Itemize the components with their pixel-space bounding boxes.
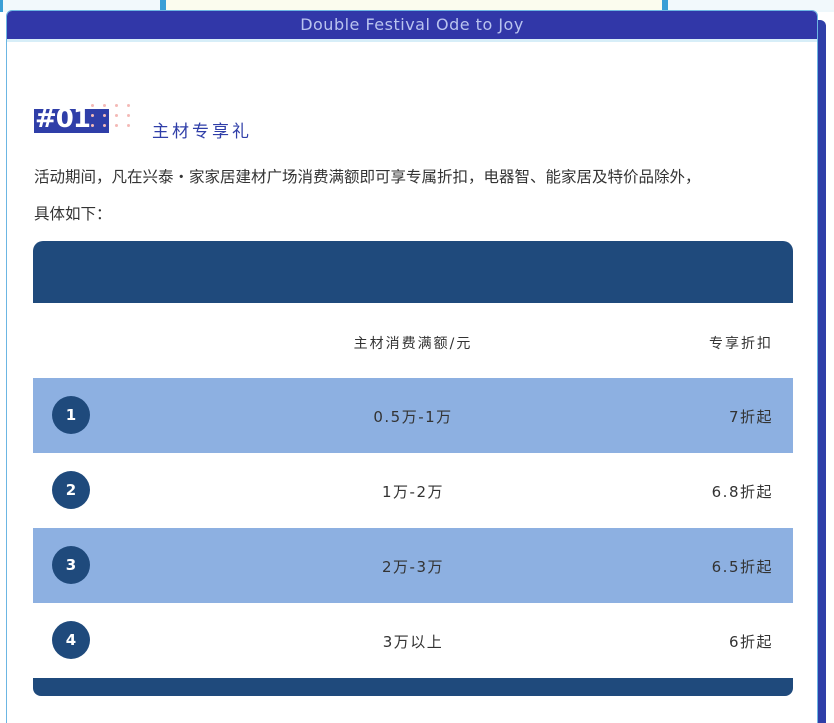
row-amount: 2万-3万 — [382, 558, 444, 576]
table-row: 3 2万-3万 6.5折起 — [33, 528, 793, 603]
row-amount: 1万-2万 — [382, 483, 444, 501]
row-amount: 0.5万-1万 — [373, 408, 453, 426]
row-amount: 3万以上 — [382, 633, 444, 651]
row-number-badge: 2 — [52, 471, 90, 509]
table-header-band — [33, 241, 793, 303]
table-row: 4 3万以上 6折起 — [33, 603, 793, 678]
card-header-title: Double Festival Ode to Joy — [7, 11, 817, 39]
row-discount: 6折起 — [728, 633, 773, 651]
row-discount: 6.5折起 — [711, 558, 773, 576]
row-number-badge: 1 — [52, 396, 90, 434]
row-discount: 7折起 — [728, 408, 773, 426]
table-footer-band — [33, 678, 793, 696]
description-line-1: 活动期间，凡在兴泰・家家居建材广场消费满额即可享专属折扣，电器智、能家居及特价品… — [34, 168, 701, 186]
card-header-divider — [7, 39, 817, 42]
row-number-badge: 4 — [52, 621, 90, 659]
column-header-discount: 专享折扣 — [709, 336, 773, 352]
row-number-badge: 3 — [52, 546, 90, 584]
description-line-2: 具体如下： — [34, 205, 112, 223]
promo-card: Double Festival Ode to Joy #01 主材专享礼 活动期… — [6, 10, 818, 723]
section-badge-text: #01 — [35, 104, 91, 134]
table-column-headers: 主材消费满额/元 专享折扣 — [33, 303, 793, 378]
page: Double Festival Ode to Joy #01 主材专享礼 活动期… — [0, 0, 834, 723]
row-discount: 6.8折起 — [711, 483, 773, 501]
section-description: 活动期间，凡在兴泰・家家居建材广场消费满额即可享专属折扣，电器智、能家居及特价品… — [34, 159, 804, 233]
table-row: 2 1万-2万 6.8折起 — [33, 453, 793, 528]
decorative-dots — [89, 102, 137, 134]
column-header-amount: 主材消费满额/元 — [353, 336, 473, 352]
section-title: 主材专享礼 — [152, 122, 252, 142]
table-row: 1 0.5万-1万 7折起 — [33, 378, 793, 453]
